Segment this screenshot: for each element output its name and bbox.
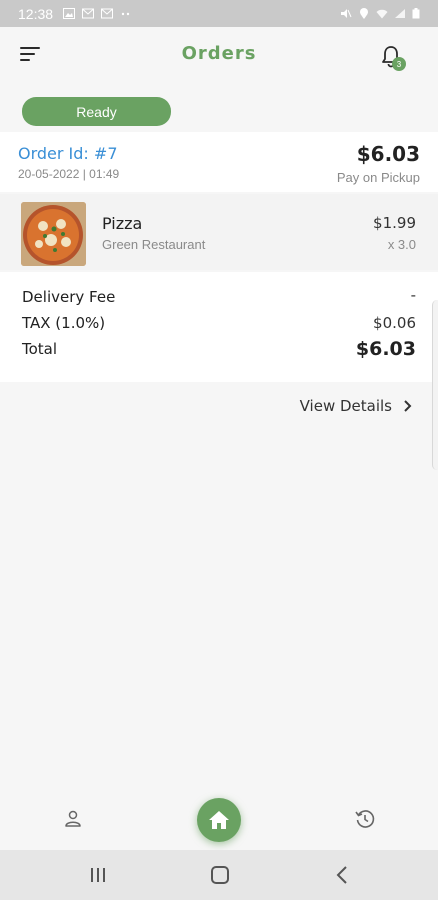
history-icon[interactable] — [355, 809, 375, 829]
order-summary: Delivery Fee - TAX (1.0%) $0.06 Total $6… — [0, 272, 438, 382]
home-button[interactable] — [197, 798, 241, 842]
delivery-fee-label: Delivery Fee — [22, 288, 116, 306]
back-icon[interactable] — [336, 866, 348, 884]
order-id: Order Id: #7 — [18, 144, 118, 163]
order-header: Order Id: #7 20-05-2022 | 01:49 $6.03 Pa… — [0, 132, 438, 192]
mail-icon — [82, 8, 95, 19]
wifi-icon — [376, 9, 388, 19]
delivery-fee-value: - — [410, 286, 416, 304]
battery-icon — [412, 8, 420, 19]
home-icon — [209, 811, 229, 829]
order-date: 20-05-2022 | 01:49 — [18, 167, 120, 181]
profile-icon[interactable] — [63, 809, 83, 829]
system-nav-bar — [0, 850, 438, 900]
item-quantity: x 3.0 — [387, 237, 416, 252]
status-badge: Ready — [22, 97, 171, 126]
tax-label: TAX (1.0%) — [22, 314, 106, 332]
total-label: Total — [22, 340, 58, 358]
mute-icon — [341, 9, 352, 18]
order-card[interactable]: Order Id: #7 20-05-2022 | 01:49 $6.03 Pa… — [0, 132, 438, 382]
signal-icon — [395, 9, 405, 18]
chevron-right-icon — [404, 400, 412, 412]
view-details-label: View Details — [299, 397, 392, 415]
notification-badge: 3 — [392, 57, 406, 71]
item-name: Pizza — [102, 214, 143, 233]
more-dots-icon — [121, 12, 130, 16]
status-bar: 12:38 — [0, 0, 438, 27]
system-home-icon[interactable] — [211, 866, 229, 884]
total-value: $6.03 — [355, 338, 416, 360]
payment-method: Pay on Pickup — [336, 170, 420, 185]
app-bar: Orders 3 — [0, 27, 438, 85]
item-restaurant: Green Restaurant — [102, 237, 206, 252]
item-price: $1.99 — [373, 214, 416, 232]
scroll-edge-panel[interactable] — [432, 300, 438, 470]
pizza-image — [21, 202, 86, 266]
status-time: 12:38 — [18, 5, 54, 22]
page-title: Orders — [181, 43, 257, 64]
image-icon — [63, 8, 76, 19]
bottom-nav — [0, 790, 438, 850]
list-item: Pizza Green Restaurant $1.99 x 3.0 — [0, 194, 438, 270]
tax-value: $0.06 — [373, 314, 416, 332]
order-total: $6.03 — [356, 142, 420, 166]
recent-apps-icon[interactable] — [89, 867, 107, 883]
location-icon — [360, 8, 368, 19]
mail-icon — [101, 8, 114, 19]
view-details-link[interactable]: View Details — [300, 397, 412, 415]
